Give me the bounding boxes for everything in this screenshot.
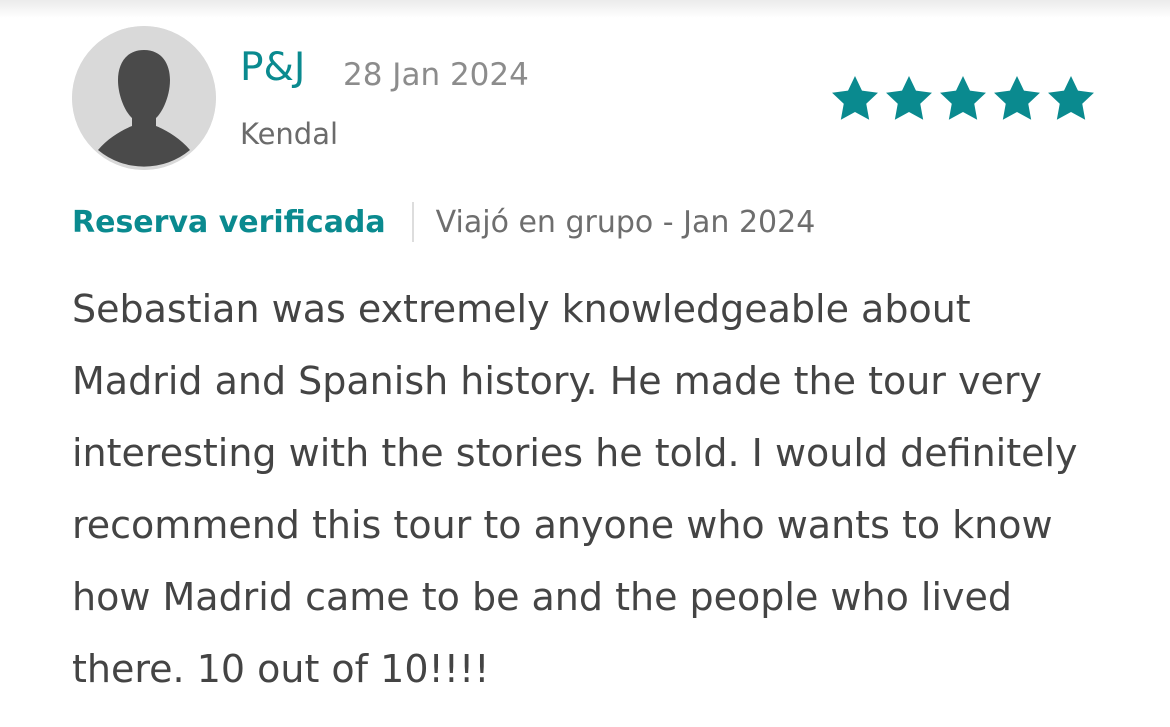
star-icon <box>994 76 1040 120</box>
review-meta: Reserva verificada Viajó en grupo - Jan … <box>72 200 815 244</box>
star-icon <box>832 76 878 120</box>
star-icon <box>886 76 932 120</box>
reviewer-name[interactable]: P&J <box>240 44 305 92</box>
verified-booking-label: Reserva verificada <box>72 204 386 240</box>
review-card: P&J 28 Jan 2024 Kendal Reserva verificad… <box>0 0 1170 727</box>
star-icon <box>940 76 986 120</box>
reviewer-location: Kendal <box>240 117 339 151</box>
star-icon <box>1048 76 1094 120</box>
avatar[interactable] <box>72 26 216 170</box>
star-rating <box>828 72 1100 126</box>
trip-info: Viajó en grupo - Jan 2024 <box>435 204 816 240</box>
default-user-silhouette-icon <box>72 26 216 170</box>
review-date: 28 Jan 2024 <box>343 57 529 93</box>
divider <box>411 202 414 242</box>
review-body: Sebastian was extremely knowledgeable ab… <box>72 287 1078 691</box>
